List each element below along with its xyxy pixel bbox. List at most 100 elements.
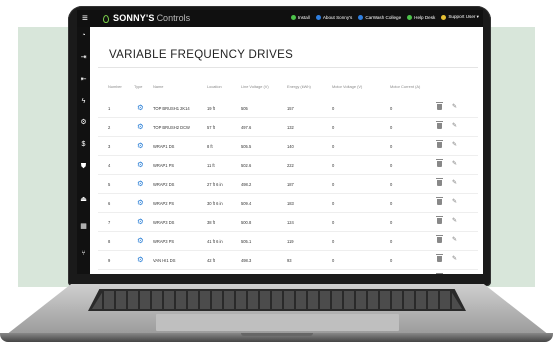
col-number[interactable]: Number xyxy=(108,84,122,89)
edit-icon[interactable]: ✎ xyxy=(452,218,457,225)
cell-line-voltage: 505.5 xyxy=(241,144,252,149)
delete-icon[interactable] xyxy=(436,235,443,243)
cell-motor-current: 0 xyxy=(390,106,393,111)
gears-icon: ⚙ xyxy=(137,198,144,207)
cell-motor-voltage: 0 xyxy=(332,125,335,130)
top-navbar: ≡ SONNY'S Controls Install About Sonny's… xyxy=(77,10,483,27)
edit-icon[interactable]: ✎ xyxy=(452,104,457,111)
cell-motor-current: 0 xyxy=(390,163,393,168)
delete-icon[interactable] xyxy=(436,254,443,262)
cell-number: 9 xyxy=(108,258,111,263)
cell-number: 8 xyxy=(108,239,111,244)
table-row[interactable]: 4 WRAP1 PS 11 ft 502.6 222 0 0 ⚙ ✎ xyxy=(98,156,478,175)
car-icon[interactable]: ⏏ xyxy=(77,196,90,204)
cell-line-voltage: 502.6 xyxy=(241,163,252,168)
edit-icon[interactable]: ✎ xyxy=(452,161,457,168)
delete-icon[interactable] xyxy=(436,178,443,186)
cell-energy: 187 xyxy=(287,182,294,187)
cell-number: 5 xyxy=(108,182,111,187)
laptop-screen: ≡ SONNY'S Controls Install About Sonny's… xyxy=(77,10,483,274)
edit-icon[interactable]: ✎ xyxy=(452,237,457,244)
install-icon xyxy=(290,14,296,20)
college-link[interactable]: CarWash College xyxy=(358,14,401,20)
cell-location: 41 ft 6 in xyxy=(207,239,223,244)
table-row[interactable]: 9 VAN HI1 DS 42 ft 498.3 93 0 0 ⚙ ✎ xyxy=(98,251,478,270)
delete-icon[interactable] xyxy=(436,140,443,148)
help-desk-link[interactable]: Help Desk xyxy=(407,14,435,20)
gears-icon: ⚙ xyxy=(137,255,144,264)
about-link[interactable]: About Sonny's xyxy=(315,14,352,20)
main-content: VARIABLE FREQUENCY DRIVES Number Type Na… xyxy=(90,27,483,274)
col-motor-current[interactable]: Motor Current (A) xyxy=(390,84,420,89)
cell-number: 3 xyxy=(108,144,111,149)
cell-motor-voltage: 0 xyxy=(332,106,335,111)
cell-number: 4 xyxy=(108,163,111,168)
cell-name: TOP BRUSH2 DCW xyxy=(153,125,190,130)
table-row[interactable]: 8 WRAP3 PS 41 ft 6 in 505.1 119 0 0 ⚙ ✎ xyxy=(98,232,478,251)
cell-name: WRAP1 PS xyxy=(153,163,175,168)
keyboard-keys xyxy=(92,291,462,309)
network-icon[interactable]: ⑂ xyxy=(77,250,90,258)
table-row[interactable]: 3 WRAP1 DS 8 ft 505.5 140 0 0 ⚙ ✎ xyxy=(98,137,478,156)
cell-line-voltage: 498.2 xyxy=(241,182,252,187)
col-location[interactable]: Location xyxy=(207,84,222,89)
col-motor-voltage[interactable]: Motor Voltage (V) xyxy=(332,84,362,89)
lightning-icon[interactable]: ϟ xyxy=(77,98,90,106)
delete-icon[interactable] xyxy=(436,121,443,129)
login-icon[interactable]: ⇥ xyxy=(77,54,90,62)
delete-icon[interactable] xyxy=(436,197,443,205)
cell-name: WRAP3 DS xyxy=(153,220,175,225)
cell-line-voltage: 509.4 xyxy=(241,201,252,206)
gears-icon: ⚙ xyxy=(137,217,144,226)
install-link[interactable]: Install xyxy=(290,14,310,20)
cell-energy: 157 xyxy=(287,106,294,111)
cell-energy: 93 xyxy=(287,258,292,263)
cell-number: 2 xyxy=(108,125,111,130)
delete-icon[interactable] xyxy=(436,159,443,167)
shield-icon[interactable]: ⛊ xyxy=(77,163,90,171)
cell-motor-current: 0 xyxy=(390,258,393,263)
dollar-icon[interactable]: $ xyxy=(77,141,90,149)
cell-location: 38 ft xyxy=(207,220,215,225)
col-energy[interactable]: Energy (kWh) xyxy=(287,84,311,89)
cell-name: TOP BRUSH1 2K14 xyxy=(153,106,190,111)
table-row[interactable]: 1 TOP BRUSH1 2K14 19 ft 505 157 0 0 ⚙ ✎ xyxy=(98,99,478,118)
edit-icon[interactable]: ✎ xyxy=(452,123,457,130)
cell-motor-voltage: 0 xyxy=(332,220,335,225)
grid-icon[interactable]: ▦ xyxy=(77,223,90,231)
brand-product: Controls xyxy=(156,13,191,23)
cell-line-voltage: 498.3 xyxy=(241,258,252,263)
table-row[interactable]: 10VAN HI1 PS43 ft503.710300⚙✎ xyxy=(98,270,478,274)
cell-energy: 140 xyxy=(287,144,294,149)
user-menu[interactable]: Support User ▾ xyxy=(441,14,479,20)
delete-icon[interactable] xyxy=(436,216,443,224)
cell-location: 27 ft 6 in xyxy=(207,182,223,187)
delete-icon[interactable] xyxy=(436,102,443,110)
cell-energy: 124 xyxy=(287,220,294,225)
brand-logo[interactable]: SONNY'S Controls xyxy=(103,12,190,25)
dashboard-icon[interactable]: ◔ xyxy=(77,32,90,40)
brand-name: SONNY'S xyxy=(113,13,155,23)
table-row[interactable]: 5 WRAP2 DS 27 ft 6 in 498.2 187 0 0 ⚙ ✎ xyxy=(98,175,478,194)
table-row[interactable]: 6 WRAP2 PS 30 ft 6 in 509.4 183 0 0 ⚙ ✎ xyxy=(98,194,478,213)
table-row[interactable]: 2 TOP BRUSH2 DCW 57 ft 497.6 132 0 0 ⚙ ✎ xyxy=(98,118,478,137)
col-name[interactable]: Name xyxy=(153,84,163,89)
settings-icon[interactable]: ⚙ xyxy=(77,119,90,127)
gears-icon: ⚙ xyxy=(137,179,144,188)
edit-icon[interactable]: ✎ xyxy=(452,256,457,263)
col-line-voltage[interactable]: Line Voltage (V) xyxy=(241,84,269,89)
hamburger-menu-icon[interactable]: ≡ xyxy=(82,13,88,24)
logout-icon[interactable]: ⇤ xyxy=(77,76,90,84)
col-type[interactable]: Type xyxy=(134,84,142,89)
edit-icon[interactable]: ✎ xyxy=(452,199,457,206)
cell-location: 11 ft xyxy=(207,163,215,168)
cell-motor-voltage: 0 xyxy=(332,258,335,263)
title-divider xyxy=(98,67,478,68)
cell-motor-voltage: 0 xyxy=(332,163,335,168)
cell-line-voltage: 500.8 xyxy=(241,220,252,225)
edit-icon[interactable]: ✎ xyxy=(452,142,457,149)
table-row[interactable]: 7 WRAP3 DS 38 ft 500.8 124 0 0 ⚙ ✎ xyxy=(98,213,478,232)
edit-icon[interactable]: ✎ xyxy=(452,180,457,187)
cell-motor-voltage: 0 xyxy=(332,182,335,187)
gears-icon: ⚙ xyxy=(137,141,144,150)
